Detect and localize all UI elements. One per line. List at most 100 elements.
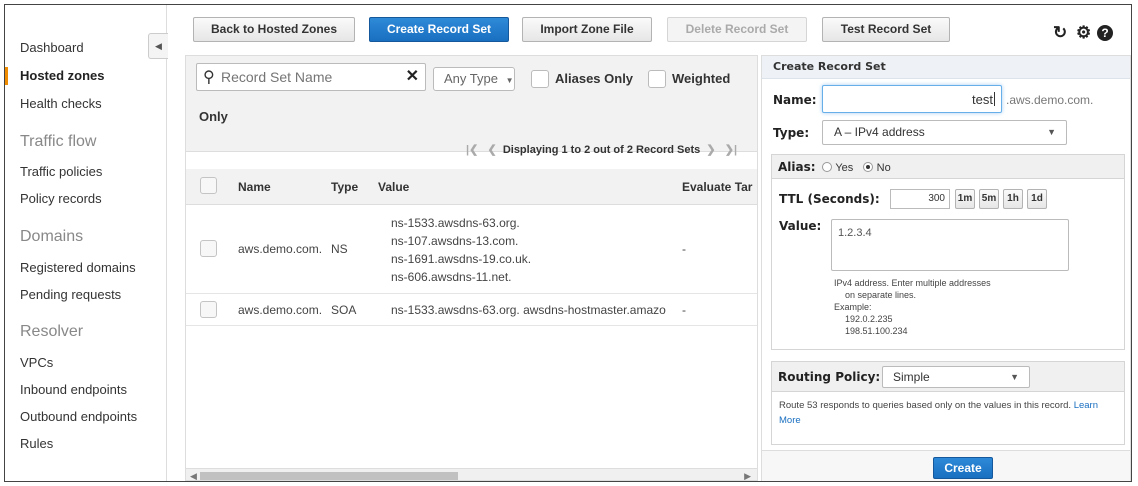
help-icon[interactable]: ?	[1097, 25, 1113, 41]
panel-footer: Create	[762, 450, 1130, 481]
weighted-checkbox[interactable]	[648, 70, 666, 88]
chevron-down-icon: ▼	[505, 76, 514, 85]
prev-page-icon[interactable]: ❮	[487, 144, 496, 156]
hint-line: IPv4 address. Enter multiple addresses	[834, 278, 991, 288]
section-resolver: Resolver	[20, 323, 84, 340]
alias-label: Alias:	[778, 160, 816, 174]
name-field[interactable]: test	[822, 85, 1002, 113]
gear-icon[interactable]: ⚙	[1076, 23, 1091, 43]
test-record-set-button[interactable]: Test Record Set	[822, 17, 950, 42]
filter-bar: ⚲ ✕ Any Type ▼ Aliases Only Weighted Onl…	[186, 56, 757, 156]
alias-yes-radio[interactable]	[822, 162, 832, 172]
type-filter-select[interactable]: Any Type ▼	[433, 67, 515, 91]
section-traffic-flow: Traffic flow	[20, 133, 97, 150]
routing-description: Route 53 responds to queries based only …	[779, 398, 1121, 428]
ttl-1m-button[interactable]: 1m	[955, 189, 975, 209]
alias-yes-label: Yes	[835, 162, 854, 174]
search-input[interactable]	[221, 67, 391, 87]
create-button[interactable]: Create	[933, 457, 993, 479]
route53-console: Dashboard Hosted zones Health checks Tra…	[4, 4, 1132, 482]
name-value: test	[972, 92, 993, 107]
row-value: ns-1533.awsdns-63.org. ns-107.awsdns-13.…	[391, 214, 531, 286]
back-to-hosted-zones-button[interactable]: Back to Hosted Zones	[193, 17, 355, 42]
row-value: ns-1533.awsdns-63.org. awsdns-hostmaster…	[391, 303, 666, 317]
scroll-left-icon[interactable]: ◀	[190, 469, 197, 480]
column-evaluate-target[interactable]: Evaluate Tar	[682, 180, 752, 194]
chevron-left-icon[interactable]: ◀	[148, 33, 168, 59]
refresh-icon[interactable]: ↻	[1053, 23, 1067, 43]
scrollbar-thumb[interactable]	[200, 472, 458, 480]
row-type: NS	[331, 242, 348, 256]
pager-text: Displaying 1 to 2 out of 2 Record Sets	[502, 144, 701, 156]
routing-policy-value: Simple	[893, 370, 930, 384]
routing-desc-text: Route 53 responds to queries based only …	[779, 400, 1072, 411]
first-page-icon[interactable]: |❮	[466, 144, 478, 156]
select-all-checkbox[interactable]	[200, 177, 217, 194]
aliases-only-checkbox[interactable]	[531, 70, 549, 88]
ttl-5m-button[interactable]: 5m	[979, 189, 999, 209]
sidebar-item-pending-requests[interactable]: Pending requests	[5, 286, 155, 304]
table-header: Name Type Value Evaluate Tar	[186, 169, 757, 205]
ttl-1d-button[interactable]: 1d	[1027, 189, 1047, 209]
table-row[interactable]: aws.demo.com. NS ns-1533.awsdns-63.org. …	[186, 206, 757, 294]
hint-line: Example:	[834, 302, 872, 312]
panel-title: Create Record Set	[762, 56, 1130, 79]
create-record-set-panel: Create Record Set Name: test .aws.demo.c…	[761, 55, 1131, 481]
ttl-1h-button[interactable]: 1h	[1003, 189, 1023, 209]
scroll-right-icon[interactable]: ▶	[744, 469, 751, 480]
section-domains: Domains	[20, 228, 84, 245]
value-line: ns-1691.awsdns-19.co.uk.	[391, 252, 532, 266]
sidebar-item-vpcs[interactable]: VPCs	[5, 354, 155, 372]
sidebar-item-rules[interactable]: Rules	[5, 435, 155, 453]
horizontal-scrollbar[interactable]: ◀ ▶	[186, 468, 757, 480]
routing-policy-select[interactable]: Simple ▼	[882, 366, 1030, 388]
routing-policy-box: Routing Policy: Simple ▼ Route 53 respon…	[771, 361, 1125, 445]
chevron-down-icon: ▼	[1010, 372, 1019, 382]
sidebar: Dashboard Hosted zones Health checks Tra…	[5, 5, 167, 481]
alias-row: Alias: Yes No	[772, 155, 1124, 179]
value-line: ns-107.awsdns-13.com.	[391, 234, 519, 248]
alias-radio-group: Yes No	[822, 160, 891, 174]
row-checkbox[interactable]	[200, 240, 217, 257]
last-page-icon[interactable]: ❯|	[725, 144, 737, 156]
weighted-label: Weighted	[672, 71, 731, 86]
name-suffix: .aws.demo.com.	[1006, 93, 1094, 107]
record-type-select[interactable]: A – IPv4 address ▼	[822, 120, 1067, 145]
row-evaluate-target: -	[682, 303, 686, 317]
value-line: ns-606.awsdns-11.net.	[391, 270, 512, 284]
hint-line: on separate lines.	[845, 290, 917, 300]
ttl-input[interactable]: 300	[890, 189, 950, 209]
value-textarea[interactable]: 1.2.3.4	[831, 219, 1069, 271]
type-label: Type:	[773, 126, 810, 140]
column-type[interactable]: Type	[331, 180, 358, 194]
import-zone-file-button[interactable]: Import Zone File	[522, 17, 652, 42]
row-type: SOA	[331, 303, 357, 317]
sidebar-item-dashboard[interactable]: Dashboard	[5, 39, 155, 57]
sidebar-item-registered-domains[interactable]: Registered domains	[5, 259, 155, 277]
create-record-set-button[interactable]: Create Record Set	[369, 17, 509, 42]
delete-record-set-button[interactable]: Delete Record Set	[667, 17, 807, 42]
sidebar-item-policy-records[interactable]: Policy records	[5, 190, 155, 208]
sidebar-item-health-checks[interactable]: Health checks	[5, 95, 155, 113]
row-name: aws.demo.com.	[238, 303, 323, 317]
column-value[interactable]: Value	[378, 180, 409, 194]
name-label: Name:	[773, 93, 817, 107]
close-icon[interactable]: ✕	[406, 66, 419, 86]
sidebar-item-hosted-zones[interactable]: Hosted zones	[5, 67, 155, 85]
row-evaluate-target: -	[682, 242, 686, 256]
column-name[interactable]: Name	[238, 180, 271, 194]
pager: |❮ ❮ Displaying 1 to 2 out of 2 Record S…	[466, 143, 737, 156]
sidebar-item-outbound-endpoints[interactable]: Outbound endpoints	[5, 408, 155, 426]
record-type-value: A – IPv4 address	[834, 125, 925, 139]
table-row[interactable]: aws.demo.com. SOA ns-1533.awsdns-63.org.…	[186, 294, 757, 326]
type-filter-value: Any Type	[444, 71, 498, 86]
alias-no-radio[interactable]	[863, 162, 874, 172]
next-page-icon[interactable]: ❯	[706, 144, 715, 156]
sidebar-item-inbound-endpoints[interactable]: Inbound endpoints	[5, 381, 155, 399]
value-line: ns-1533.awsdns-63.org.	[391, 216, 520, 230]
sidebar-item-traffic-policies[interactable]: Traffic policies	[5, 163, 155, 181]
alias-no-label: No	[876, 162, 891, 174]
only-label: Only	[199, 109, 228, 124]
row-checkbox[interactable]	[200, 301, 217, 318]
search-box: ⚲ ✕	[196, 63, 426, 91]
